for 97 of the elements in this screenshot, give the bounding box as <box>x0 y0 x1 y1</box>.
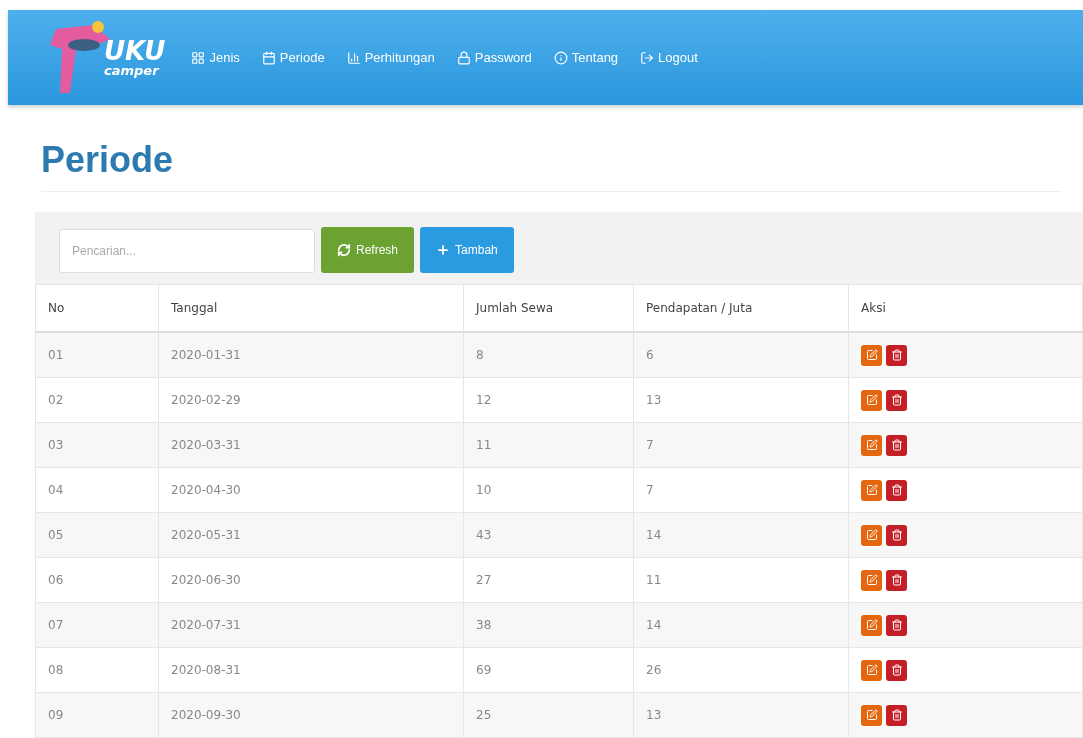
table-cell: 2020-04-30 <box>158 467 464 513</box>
delete-button[interactable] <box>886 569 907 591</box>
table-cell: 2020-05-31 <box>158 512 464 558</box>
trash-icon <box>890 709 903 721</box>
table-cell: 2020-02-29 <box>158 377 464 423</box>
table-cell: 02 <box>35 377 159 423</box>
table-cell: 25 <box>463 692 634 738</box>
table-cell: 6 <box>633 332 849 378</box>
edit-button[interactable] <box>861 569 882 591</box>
calendar-icon <box>261 50 276 65</box>
edit-icon <box>865 439 878 451</box>
edit-button[interactable] <box>861 344 882 366</box>
edit-icon <box>865 709 878 721</box>
table-cell: 11 <box>633 557 849 603</box>
edit-button[interactable] <box>861 614 882 636</box>
delete-button[interactable] <box>886 659 907 681</box>
delete-button[interactable] <box>886 344 907 366</box>
nav-link[interactable]: Periode <box>261 50 325 65</box>
table-cell: 2020-01-31 <box>158 332 464 378</box>
table-cell: 13 <box>633 692 849 738</box>
table-cell: 06 <box>35 557 159 603</box>
table-cell: 03 <box>35 422 159 468</box>
column-header: Aksi <box>848 284 1083 332</box>
bar-chart-icon <box>346 50 361 65</box>
table-cell: 2020-06-30 <box>158 557 464 603</box>
refresh-button[interactable]: Refresh <box>321 227 415 273</box>
delete-button[interactable] <box>886 434 907 456</box>
edit-icon <box>865 574 878 586</box>
edit-icon <box>865 349 878 361</box>
table-cell: 69 <box>463 647 634 693</box>
table-cell: 09 <box>35 692 159 738</box>
edit-button[interactable] <box>861 524 882 546</box>
column-header: Tanggal <box>158 284 464 332</box>
trash-icon <box>890 529 903 541</box>
trash-icon <box>890 619 903 631</box>
edit-icon <box>865 619 878 631</box>
edit-icon <box>865 394 878 406</box>
table-cell: 7 <box>633 467 849 513</box>
add-button[interactable]: Tambah <box>420 227 514 273</box>
edit-button[interactable] <box>861 659 882 681</box>
brand-subtitle: camper <box>104 64 161 77</box>
table-cell: 8 <box>463 332 634 378</box>
edit-button[interactable] <box>861 704 882 726</box>
table-cell: 04 <box>35 467 159 513</box>
table-cell: 7 <box>633 422 849 468</box>
refresh-icon <box>337 243 351 257</box>
edit-icon <box>865 664 878 676</box>
table-cell: 12 <box>463 377 634 423</box>
info-icon <box>553 50 568 65</box>
table-cell: 11 <box>463 422 634 468</box>
trash-icon <box>890 439 903 451</box>
logout-icon <box>640 50 655 65</box>
table-cell: 2020-08-31 <box>158 647 464 693</box>
search-field[interactable]: Pencarian... <box>59 229 315 273</box>
trash-icon <box>890 484 903 496</box>
table-cell: 27 <box>463 557 634 603</box>
trash-icon <box>890 574 903 586</box>
table-cell: 2020-03-31 <box>158 422 464 468</box>
delete-button[interactable] <box>886 614 907 636</box>
trash-icon <box>890 349 903 361</box>
column-header: No <box>35 284 159 332</box>
table-cell: 07 <box>35 602 159 648</box>
column-header: Pendapatan / Juta <box>633 284 849 332</box>
edit-button[interactable] <box>861 434 882 456</box>
nav-link[interactable]: Tentang <box>553 50 619 65</box>
delete-button[interactable] <box>886 524 907 546</box>
trash-icon <box>890 664 903 676</box>
edit-icon <box>865 484 878 496</box>
edit-button[interactable] <box>861 479 882 501</box>
delete-button[interactable] <box>886 389 907 411</box>
nav-link[interactable]: Perhitungan <box>346 50 435 65</box>
lock-icon <box>456 50 471 65</box>
plus-icon <box>436 243 451 257</box>
table-cell: 13 <box>633 377 849 423</box>
table-cell: 05 <box>35 512 159 558</box>
edit-icon <box>865 529 878 541</box>
table-cell: 2020-07-31 <box>158 602 464 648</box>
table-cell: 08 <box>35 647 159 693</box>
delete-button[interactable] <box>886 479 907 501</box>
brand-title: UKU <box>104 38 166 64</box>
table-cell: 43 <box>463 512 634 558</box>
nav-link[interactable]: Password <box>456 50 532 65</box>
table-cell: 26 <box>633 647 849 693</box>
table-cell: 14 <box>633 602 849 648</box>
table-cell: 10 <box>463 467 634 513</box>
table-cell: 14 <box>633 512 849 558</box>
delete-button[interactable] <box>886 704 907 726</box>
edit-button[interactable] <box>861 389 882 411</box>
page-title: Periode <box>41 139 1061 192</box>
table-cell: 01 <box>35 332 159 378</box>
table-cell: 38 <box>463 602 634 648</box>
nav-link[interactable]: Logout <box>640 50 698 65</box>
trash-icon <box>890 394 903 406</box>
grid-icon <box>191 50 206 65</box>
column-header: Jumlah Sewa <box>463 284 634 332</box>
nav-link[interactable]: Jenis <box>191 50 240 65</box>
table-cell: 2020-09-30 <box>158 692 464 738</box>
